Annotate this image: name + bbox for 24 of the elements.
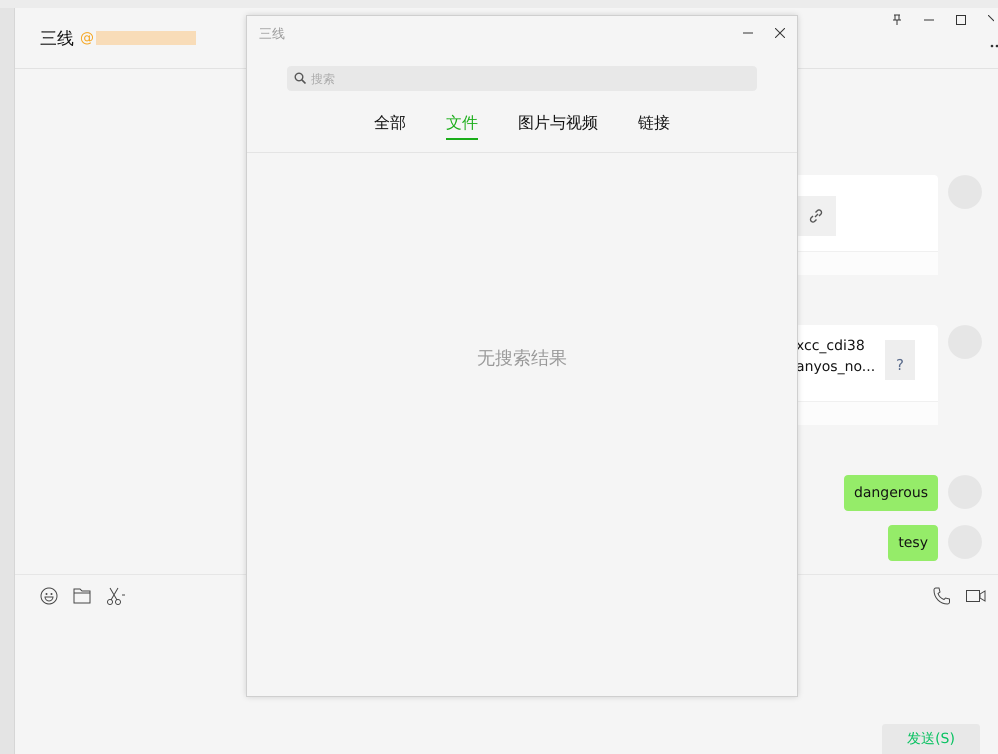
- filter-tab[interactable]: 链接: [638, 109, 670, 140]
- file-name: anyos_no...: [796, 358, 876, 377]
- more-icon[interactable]: [990, 44, 998, 48]
- search-icon: [294, 72, 306, 84]
- unknown-file-icon: ?: [885, 340, 915, 380]
- mention-text: @: [80, 30, 94, 46]
- chat-title: 三线: [40, 28, 74, 50]
- folder-icon[interactable]: [73, 588, 91, 604]
- message-bubble: tesy: [888, 525, 938, 561]
- pin-icon[interactable]: [892, 14, 902, 26]
- empty-message: 无搜索结果: [477, 347, 567, 370]
- emoji-icon[interactable]: [40, 587, 58, 605]
- file-card[interactable]: xcc_cdi38 anyos_no... ?: [796, 325, 938, 425]
- minimize-icon[interactable]: [743, 32, 753, 34]
- filter-tab[interactable]: 图片与视频: [518, 109, 598, 140]
- dialog-title: 三线: [259, 26, 285, 44]
- phone-icon[interactable]: [933, 587, 951, 605]
- message-bubble: dangerous: [844, 475, 938, 511]
- video-call-icon[interactable]: [966, 589, 986, 603]
- filter-tab[interactable]: 全部: [374, 109, 406, 140]
- file-name: xcc_cdi38: [796, 337, 866, 356]
- scissors-icon[interactable]: [106, 587, 126, 605]
- maximize-icon[interactable]: [956, 15, 966, 25]
- search-field[interactable]: 搜索: [287, 66, 757, 91]
